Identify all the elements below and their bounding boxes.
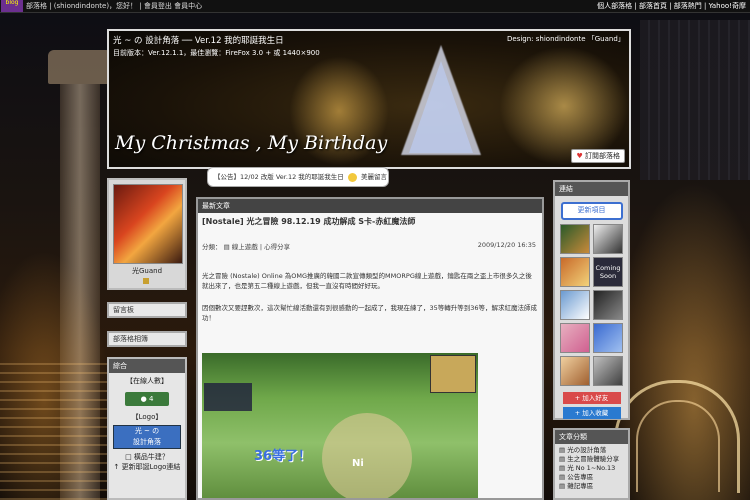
main-content: 最新文章 [Nostale] 光之冒險 98.12.19 成功解成 S卡-赤紅魔… [196, 197, 544, 500]
online-count-widget: ● 4 [125, 392, 169, 406]
avatar[interactable] [113, 184, 183, 264]
category-item[interactable]: ▤ 光の設計角落 [559, 446, 628, 455]
game-overlay-text: Ni [352, 458, 364, 469]
blog-logo[interactable]: blog [1, 0, 23, 12]
profile-name[interactable]: 光Guand [109, 266, 185, 276]
blog-title: 光 ~ の 設計角落 ── Ver.12 我的耶誕我生日 [113, 36, 284, 46]
background-light-arch-inner [636, 400, 720, 492]
banner-lights-right [499, 46, 629, 166]
post-meta: 分類： ▤ 線上遊戲 | 心得分享 2009/12/20 16:35 [198, 241, 542, 253]
subscribe-button[interactable]: ♥ 訂閱部落格 [571, 149, 625, 163]
post-paragraph: 因個數次又要趕數次，這次幫忙線活動還有到很感動的一起成了，我現在練了，35等轉升… [202, 304, 538, 322]
christmas-tree-glow [409, 61, 473, 153]
heart-icon: ♥ [576, 152, 583, 160]
header-banner: 光 ~ の 設計角落 ── Ver.12 我的耶誕我生日 目前版本：Ver.12… [107, 29, 631, 169]
friend-thumbnail-grid: Coming Soon [555, 224, 628, 386]
game-ground-path [322, 413, 412, 498]
friend-thumbnail[interactable] [593, 323, 623, 353]
friend-thumbnail[interactable] [560, 323, 590, 353]
announcement-link[interactable]: 美麗留言 [361, 173, 387, 181]
logo-note[interactable]: □ 橫品牛建？ [112, 452, 182, 462]
general-widget-box: 綜合 【在線人數】 ● 4 【Logo】 光 ~ の 設計角落 □ 橫品牛建？ … [107, 357, 187, 500]
game-level-text: 36等了！ [254, 449, 312, 464]
guestbook-link[interactable]: 留言板 [107, 302, 187, 318]
category-item[interactable]: ▤ 光 No 1~No.13 [559, 464, 628, 473]
announcement-bubble[interactable]: 【公告】12/02 改版 Ver.12 我的耶誕我生日 美麗留言 [207, 167, 389, 187]
logo-link[interactable]: ↑ 更新耶誕Logo連結 [112, 462, 182, 472]
links-header: 連結 [555, 182, 628, 196]
friend-thumbnail[interactable] [560, 257, 590, 287]
category-item[interactable]: ▤ 雜記專區 [559, 482, 628, 491]
online-count-title: 【在線人數】 [126, 377, 168, 385]
design-corner-logo-top: 光 ~ の [134, 427, 160, 435]
category-item[interactable]: ▤ 公告專區 [559, 473, 628, 482]
add-friend-button[interactable]: + 加入好友 [562, 392, 621, 404]
post-paragraph: 光之冒險 (Nostale) Online 為OMG推廣的韓國二款宣傳類型的MM… [202, 272, 532, 290]
portal-links[interactable]: 個人部落格 | 部落首頁 | 部落熱門 | Yahoo!奇摩 [597, 0, 746, 12]
coming-soon-thumbnail[interactable]: Coming Soon [593, 257, 623, 287]
friend-thumbnail[interactable] [593, 290, 623, 320]
online-icon: ● [140, 395, 149, 403]
design-corner-logo[interactable]: 光 ~ の 設計角落 [113, 425, 181, 449]
user-links[interactable]: 部落格 | (shiondindonte)，您好！ | 會員登出 會員中心 [26, 0, 202, 12]
banner-slogan: My Christmas , My Birthday [115, 132, 388, 154]
design-credit: Design: shiondindonte 「Guand」 [507, 35, 625, 43]
categories-box: 文章分類 ▤ 光の設計角落 ▤ 生之冒險體驗分享 ▤ 光 No 1~No.13 … [553, 428, 630, 500]
top-navigation-bar: blog 部落格 | (shiondindonte)，您好！ | 會員登出 會員… [0, 0, 750, 13]
update-items-button[interactable]: 更新項目 [560, 202, 623, 220]
announcement-text: 【公告】12/02 改版 Ver.12 我的耶誕我生日 [214, 173, 344, 181]
friend-thumbnail[interactable] [560, 356, 590, 386]
friend-thumbnail[interactable] [560, 224, 590, 254]
game-minimap [430, 355, 476, 393]
background-city-lights [0, 360, 110, 500]
logo-title: 【Logo】 [131, 413, 163, 421]
friend-thumbnail[interactable] [593, 356, 623, 386]
background-building [640, 20, 750, 180]
post-category[interactable]: 分類： ▤ 線上遊戲 | 心得分享 [202, 243, 290, 251]
add-favorite-button[interactable]: + 加入收藏 [562, 407, 621, 419]
game-screenshot[interactable]: 36等了！ Ni [202, 353, 478, 498]
design-corner-logo-bottom: 設計角落 [133, 438, 161, 446]
general-widget-title: 綜合 [109, 359, 185, 373]
latest-posts-header: 最新文章 [198, 199, 542, 213]
online-count-value: 4 [148, 395, 154, 403]
album-link[interactable]: 部落格相簿 [107, 331, 187, 347]
category-item[interactable]: ▤ 生之冒險體驗分享 [559, 455, 628, 464]
friend-thumbnail[interactable] [560, 290, 590, 320]
subscribe-label: 訂閱部落格 [585, 152, 620, 160]
category-list: ▤ 光の設計角落 ▤ 生之冒險體驗分享 ▤ 光 No 1~No.13 ▤ 公告專… [555, 446, 628, 491]
post-title[interactable]: [Nostale] 光之冒險 98.12.19 成功解成 S卡-赤紅魔法師 [198, 213, 542, 227]
level-badge-icon [143, 278, 149, 284]
profile-box: 光Guand [107, 178, 187, 290]
friend-thumbnail[interactable] [593, 224, 623, 254]
post-date: 2009/12/20 16:35 [477, 241, 536, 249]
smiley-icon [347, 172, 357, 182]
blog-version-info: 目前版本：Ver.12.1.1，最佳瀏覽：FireFox 3.0 + 或 144… [113, 49, 320, 57]
categories-header: 文章分類 [555, 430, 628, 444]
game-hud [204, 383, 252, 411]
post-body: 光之冒險 (Nostale) Online 為OMG推廣的韓國二款宣傳類型的MM… [198, 253, 542, 323]
links-sidebar: 連結 更新項目 Coming Soon + 加入好友 + 加入收藏 [553, 180, 630, 420]
